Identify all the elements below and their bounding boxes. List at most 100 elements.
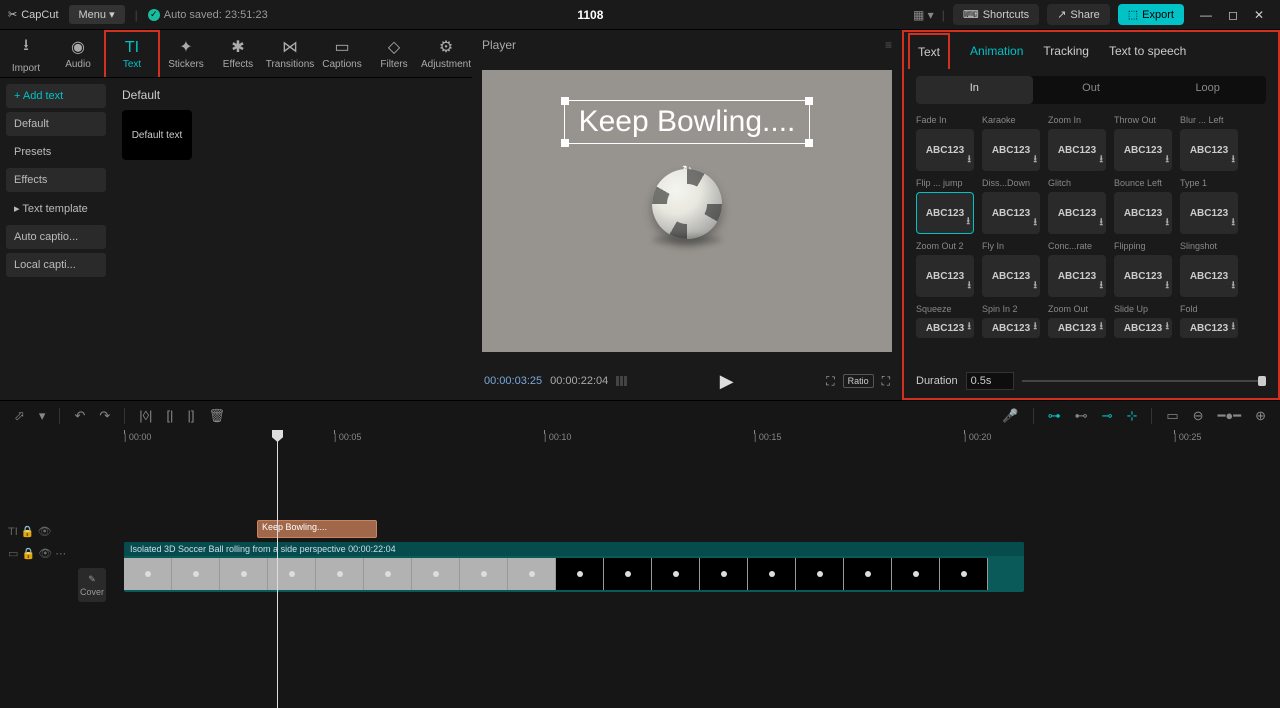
- anim-thumb-zoom-out[interactable]: ABC123⭳: [1048, 318, 1106, 338]
- magnet-icon[interactable]: ⊸: [1102, 408, 1113, 424]
- add-text-button[interactable]: + Add text: [6, 84, 106, 108]
- download-icon[interactable]: ⭳: [1166, 319, 1170, 336]
- download-icon[interactable]: ⭳: [968, 278, 972, 295]
- align-icon[interactable]: ⊹: [1126, 408, 1137, 424]
- trim-right-icon[interactable]: |]: [187, 408, 194, 423]
- download-icon[interactable]: ⭳: [1100, 215, 1104, 232]
- grid-toggle-icon[interactable]: [616, 376, 627, 386]
- download-icon[interactable]: ⭳: [1232, 215, 1236, 232]
- tab-text[interactable]: Text: [908, 33, 950, 69]
- media-tab-import[interactable]: ⭳Import: [0, 30, 52, 77]
- download-icon[interactable]: ⭳: [968, 152, 972, 169]
- media-tab-transitions[interactable]: ⋈Transitions: [264, 30, 316, 77]
- media-tab-adjustment[interactable]: ⚙Adjustment: [420, 30, 472, 77]
- anim-thumb-slingshot[interactable]: ABC123⭳: [1180, 255, 1238, 297]
- crop-icon[interactable]: ⛶: [826, 374, 834, 389]
- anim-thumb-blur-left[interactable]: ABC123⭳: [1180, 129, 1238, 171]
- redo-icon[interactable]: ↷: [99, 408, 110, 424]
- anim-thumb-slide-up[interactable]: ABC123⭳: [1114, 318, 1172, 338]
- link-icon[interactable]: ⊷: [1075, 408, 1088, 424]
- media-tab-stickers[interactable]: ✦Stickers: [160, 30, 212, 77]
- delete-icon[interactable]: 🗑: [208, 408, 225, 424]
- download-icon[interactable]: ⭳: [1100, 152, 1104, 169]
- subtab-out[interactable]: Out: [1033, 76, 1150, 104]
- anim-thumb-squeeze[interactable]: ABC123⭳: [916, 318, 974, 338]
- shortcuts-button[interactable]: ⌨ Shortcuts: [953, 4, 1039, 25]
- anim-thumb-zoom-in[interactable]: ABC123⭳: [1048, 129, 1106, 171]
- undo-icon[interactable]: ↶: [74, 408, 85, 424]
- sidebar-local-captions[interactable]: Local capti...: [6, 253, 106, 277]
- tab-tts[interactable]: Text to speech: [1109, 34, 1186, 68]
- preview-icon[interactable]: ▭: [1166, 408, 1178, 424]
- fullscreen-icon[interactable]: ⛶: [882, 374, 890, 389]
- anim-thumb-flipping[interactable]: ABC123⭳: [1114, 255, 1172, 297]
- anim-thumb-bounce-left[interactable]: ABC123⭳: [1114, 192, 1172, 234]
- layout-icon[interactable]: ▦ ▾: [913, 8, 934, 22]
- download-icon[interactable]: ⭳: [967, 214, 971, 231]
- anim-thumb-type-1[interactable]: ABC123⭳: [1180, 192, 1238, 234]
- download-icon[interactable]: ⭳: [1166, 215, 1170, 232]
- tab-animation[interactable]: Animation: [970, 34, 1023, 68]
- download-icon[interactable]: ⭳: [1034, 152, 1038, 169]
- sidebar-default[interactable]: Default: [6, 112, 106, 136]
- cover-button[interactable]: ✎Cover: [78, 568, 106, 602]
- anim-thumb-flip-jump[interactable]: ABC123⭳: [916, 192, 974, 234]
- anim-thumb-glitch[interactable]: ABC123⭳: [1048, 192, 1106, 234]
- anim-thumb-fold[interactable]: ABC123⭳: [1180, 318, 1238, 338]
- ratio-button[interactable]: Ratio: [843, 374, 874, 388]
- download-icon[interactable]: ⭳: [1232, 152, 1236, 169]
- sidebar-text-template[interactable]: ▸ Text template: [6, 196, 106, 221]
- media-tab-effects[interactable]: ✱Effects: [212, 30, 264, 77]
- media-tab-audio[interactable]: ◉Audio: [52, 30, 104, 77]
- download-icon[interactable]: ⭳: [1166, 278, 1170, 295]
- download-icon[interactable]: ⭳: [1034, 319, 1038, 336]
- preview-canvas[interactable]: Keep Bowling.... ↻: [482, 70, 892, 352]
- trim-left-icon[interactable]: [|: [166, 408, 173, 423]
- media-tab-text[interactable]: TIText: [104, 30, 160, 77]
- download-icon[interactable]: ⭳: [968, 319, 972, 336]
- tab-tracking[interactable]: Tracking: [1043, 34, 1089, 68]
- media-tab-filters[interactable]: ◇Filters: [368, 30, 420, 77]
- video-clip[interactable]: Isolated 3D Soccer Ball rolling from a s…: [124, 542, 1024, 592]
- zoom-slider[interactable]: ━●━: [1218, 408, 1242, 424]
- sidebar-effects[interactable]: Effects: [6, 168, 106, 192]
- sidebar-auto-captions[interactable]: Auto captio...: [6, 225, 106, 249]
- download-icon[interactable]: ⭳: [1232, 319, 1236, 336]
- download-icon[interactable]: ⭳: [1034, 278, 1038, 295]
- download-icon[interactable]: ⭳: [1166, 152, 1170, 169]
- text-clip[interactable]: Keep Bowling....: [257, 520, 377, 538]
- split-icon[interactable]: |◊|: [139, 408, 152, 423]
- anim-thumb-fade-in[interactable]: ABC123⭳: [916, 129, 974, 171]
- download-icon[interactable]: ⭳: [1232, 278, 1236, 295]
- download-icon[interactable]: ⭳: [1100, 319, 1104, 336]
- export-button[interactable]: ⬚ Export: [1118, 4, 1184, 25]
- anim-thumb-zoom-out-2[interactable]: ABC123⭳: [916, 255, 974, 297]
- sidebar-presets[interactable]: Presets: [6, 140, 106, 164]
- play-button[interactable]: ▶: [720, 371, 734, 392]
- playhead[interactable]: [277, 430, 278, 708]
- zoom-out-icon[interactable]: ⊖: [1193, 408, 1204, 424]
- menu-button[interactable]: Menu ▾: [69, 5, 125, 24]
- pointer-icon[interactable]: ⬀: [14, 408, 25, 424]
- anim-thumb-karaoke[interactable]: ABC123⭳: [982, 129, 1040, 171]
- zoom-in-icon[interactable]: ⊕: [1255, 408, 1266, 424]
- window-controls[interactable]: —◻✕: [1192, 8, 1272, 22]
- anim-thumb-conc-rate[interactable]: ABC123⭳: [1048, 255, 1106, 297]
- anim-thumb-diss-down[interactable]: ABC123⭳: [982, 192, 1040, 234]
- anim-thumb-fly-in[interactable]: ABC123⭳: [982, 255, 1040, 297]
- timeline-ruler[interactable]: | 00:00| 00:05| 00:10| 00:15| 00:20| 00:…: [112, 430, 1280, 450]
- mic-icon[interactable]: 🎤: [1002, 408, 1018, 424]
- share-button[interactable]: ↗ Share: [1047, 4, 1110, 25]
- duration-slider[interactable]: [1022, 380, 1266, 382]
- text-track-head[interactable]: TI 🔒 👁: [0, 520, 112, 542]
- download-icon[interactable]: ⭳: [1100, 278, 1104, 295]
- chevron-down-icon[interactable]: ▾: [39, 408, 46, 424]
- video-track-head[interactable]: ▭ 🔒 👁 ⋯: [0, 542, 112, 564]
- duration-input[interactable]: [966, 372, 1014, 390]
- media-tab-captions[interactable]: ▭Captions: [316, 30, 368, 77]
- subtab-loop[interactable]: Loop: [1149, 76, 1266, 104]
- subtab-in[interactable]: In: [916, 76, 1033, 104]
- text-overlay[interactable]: Keep Bowling.... ↻: [564, 100, 811, 144]
- anim-thumb-throw-out[interactable]: ABC123⭳: [1114, 129, 1172, 171]
- snap-icon[interactable]: ⊶: [1048, 408, 1061, 424]
